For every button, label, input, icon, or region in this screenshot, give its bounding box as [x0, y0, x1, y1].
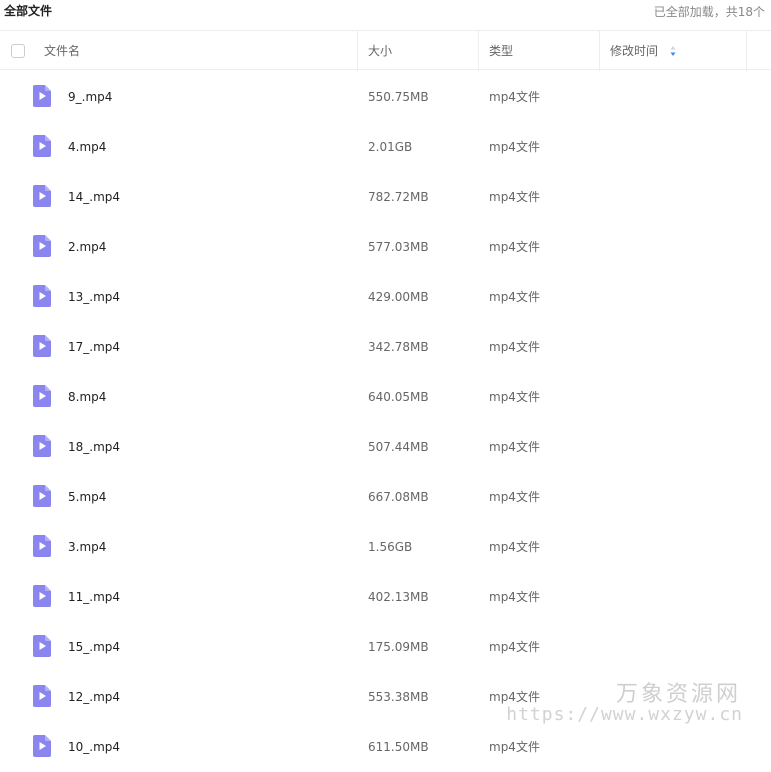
- column-divider[interactable]: [746, 31, 747, 71]
- video-file-icon: [33, 435, 51, 457]
- file-type: mp4文件: [489, 640, 540, 654]
- file-name[interactable]: 12_.mp4: [68, 672, 120, 722]
- file-type: mp4文件: [489, 340, 540, 354]
- file-size: 550.75MB: [368, 90, 429, 104]
- file-type: mp4文件: [489, 740, 540, 754]
- file-size: 1.56GB: [368, 540, 413, 554]
- watermark-url: https://www.wxzyw.cn: [506, 704, 743, 725]
- top-bar: 全部文件 已全部加载，共18个: [0, 0, 771, 22]
- file-list: 9_.mp4 550.75MB mp4文件 4.mp4 2.01GB mp4文件 14_.m…: [0, 72, 771, 772]
- file-size: 782.72MB: [368, 190, 429, 204]
- file-size: 577.03MB: [368, 240, 429, 254]
- column-header-type[interactable]: 类型: [489, 31, 513, 71]
- file-name[interactable]: 3.mp4: [68, 522, 106, 572]
- select-all-checkbox[interactable]: [11, 44, 25, 58]
- table-row[interactable]: 2.mp4 577.03MB mp4文件: [0, 222, 771, 272]
- table-row[interactable]: 5.mp4 667.08MB mp4文件: [0, 472, 771, 522]
- video-file-icon: [33, 485, 51, 507]
- video-file-icon: [33, 285, 51, 307]
- file-type: mp4文件: [489, 440, 540, 454]
- file-size: 429.00MB: [368, 290, 429, 304]
- file-type: mp4文件: [489, 190, 540, 204]
- file-name[interactable]: 13_.mp4: [68, 272, 120, 322]
- column-header-size[interactable]: 大小: [368, 31, 392, 71]
- file-name[interactable]: 10_.mp4: [68, 722, 120, 772]
- table-row[interactable]: 4.mp4 2.01GB mp4文件: [0, 122, 771, 172]
- file-name[interactable]: 4.mp4: [68, 122, 106, 172]
- video-file-icon: [33, 685, 51, 707]
- file-size: 553.38MB: [368, 690, 429, 704]
- video-file-icon: [33, 135, 51, 157]
- table-row[interactable]: 10_.mp4 611.50MB mp4文件: [0, 722, 771, 772]
- table-row[interactable]: 8.mp4 640.05MB mp4文件: [0, 372, 771, 422]
- file-size: 507.44MB: [368, 440, 429, 454]
- video-file-icon: [33, 735, 51, 757]
- table-row[interactable]: 14_.mp4 782.72MB mp4文件: [0, 172, 771, 222]
- video-file-icon: [33, 335, 51, 357]
- sort-arrow-icon[interactable]: [670, 45, 676, 57]
- file-name[interactable]: 15_.mp4: [68, 622, 120, 672]
- column-header-modified[interactable]: 修改时间: [610, 31, 676, 71]
- video-file-icon: [33, 185, 51, 207]
- file-type: mp4文件: [489, 590, 540, 604]
- table-header: 文件名 大小 类型 修改时间: [0, 30, 771, 71]
- file-name[interactable]: 2.mp4: [68, 222, 106, 272]
- page-title: 全部文件: [4, 4, 53, 18]
- table-row[interactable]: 11_.mp4 402.13MB mp4文件: [0, 572, 771, 622]
- column-divider[interactable]: [357, 31, 358, 71]
- file-size: 342.78MB: [368, 340, 429, 354]
- file-size: 402.13MB: [368, 590, 429, 604]
- file-size: 611.50MB: [368, 740, 429, 754]
- file-type: mp4文件: [489, 90, 540, 104]
- file-type: mp4文件: [489, 490, 540, 504]
- file-name[interactable]: 17_.mp4: [68, 322, 120, 372]
- file-type: mp4文件: [489, 540, 540, 554]
- file-size: 640.05MB: [368, 390, 429, 404]
- table-row[interactable]: 18_.mp4 507.44MB mp4文件: [0, 422, 771, 472]
- video-file-icon: [33, 535, 51, 557]
- file-type: mp4文件: [489, 240, 540, 254]
- file-type: mp4文件: [489, 390, 540, 404]
- table-row[interactable]: 17_.mp4 342.78MB mp4文件: [0, 322, 771, 372]
- video-file-icon: [33, 385, 51, 407]
- column-divider[interactable]: [599, 31, 600, 71]
- file-name[interactable]: 9_.mp4: [68, 72, 112, 122]
- file-type: mp4文件: [489, 140, 540, 154]
- table-row[interactable]: 9_.mp4 550.75MB mp4文件: [0, 72, 771, 122]
- table-row[interactable]: 3.mp4 1.56GB mp4文件: [0, 522, 771, 572]
- column-header-name[interactable]: 文件名: [44, 31, 80, 71]
- file-size: 2.01GB: [368, 140, 413, 154]
- file-type: mp4文件: [489, 290, 540, 304]
- file-name[interactable]: 14_.mp4: [68, 172, 120, 222]
- file-name[interactable]: 11_.mp4: [68, 572, 120, 622]
- video-file-icon: [33, 85, 51, 107]
- file-name[interactable]: 5.mp4: [68, 472, 106, 522]
- column-divider[interactable]: [478, 31, 479, 71]
- table-row[interactable]: 15_.mp4 175.09MB mp4文件: [0, 622, 771, 672]
- file-name[interactable]: 18_.mp4: [68, 422, 120, 472]
- file-name[interactable]: 8.mp4: [68, 372, 106, 422]
- column-header-modified-label: 修改时间: [610, 44, 659, 58]
- video-file-icon: [33, 585, 51, 607]
- table-row[interactable]: 13_.mp4 429.00MB mp4文件: [0, 272, 771, 322]
- file-size: 175.09MB: [368, 640, 429, 654]
- load-status: 已全部加载，共18个: [653, 5, 765, 19]
- video-file-icon: [33, 235, 51, 257]
- video-file-icon: [33, 635, 51, 657]
- file-size: 667.08MB: [368, 490, 429, 504]
